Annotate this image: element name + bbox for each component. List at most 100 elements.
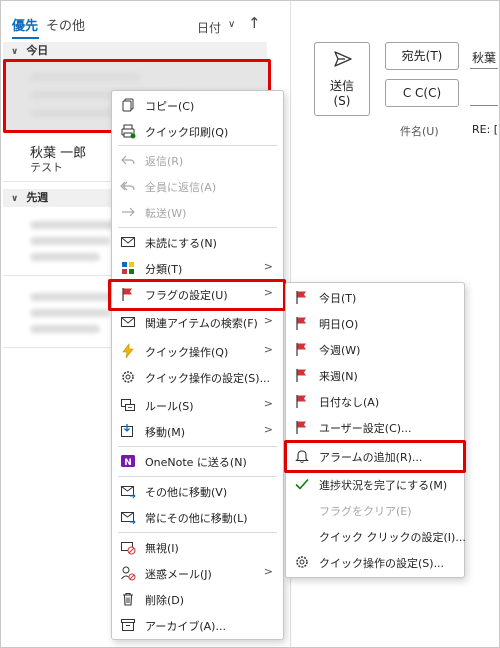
send-button[interactable]: 送信 (S) bbox=[314, 42, 370, 116]
chevron-right-icon: > bbox=[263, 423, 273, 436]
menu-item-label: アーカイブ(A)... bbox=[145, 620, 226, 633]
menu-item-label: 関連アイテムの検索(F) bbox=[145, 317, 258, 330]
categorize-icon bbox=[122, 262, 134, 274]
menu-item-ignore[interactable]: 無視(I) bbox=[112, 534, 283, 560]
menu-item-label: 無視(I) bbox=[145, 542, 179, 555]
menu-item-label: コピー(C) bbox=[145, 100, 195, 113]
flag-submenu-clear-flag[interactable]: フラグをクリア(E) bbox=[286, 497, 464, 523]
rules-icon bbox=[121, 399, 135, 411]
menu-item-delete[interactable]: 削除(D) bbox=[112, 586, 283, 612]
group-label: 先週 bbox=[26, 191, 49, 204]
flag-icon bbox=[296, 395, 306, 408]
menu-item-label: 削除(D) bbox=[145, 594, 185, 607]
menu-item-label: フラグをクリア(E) bbox=[319, 505, 412, 518]
flag-icon bbox=[296, 343, 306, 356]
menu-item-label: 分類(T) bbox=[145, 263, 183, 276]
chevron-right-icon: > bbox=[263, 565, 273, 578]
menu-item-forward[interactable]: 転送(W) bbox=[112, 199, 283, 225]
menu-item-label: 迷惑メール(J) bbox=[145, 568, 212, 581]
mail-unread-icon bbox=[121, 237, 135, 247]
flag-submenu-quick-steps-settings[interactable]: クイック操作の設定(S)... bbox=[286, 549, 464, 575]
flag-submenu-no-date[interactable]: 日付なし(A) bbox=[286, 388, 464, 414]
flag-submenu-custom[interactable]: ユーザー設定(C)... bbox=[286, 414, 464, 440]
menu-item-label: クイック印刷(Q) bbox=[145, 126, 229, 139]
menu-item-reply-all[interactable]: 全員に返信(A) bbox=[112, 173, 283, 199]
menu-item-label: クイック クリックの設定(I)... bbox=[319, 531, 466, 544]
flag-submenu-quick-click-settings[interactable]: クイック クリックの設定(I)... bbox=[286, 523, 466, 549]
menu-item-label: 進捗状況を完了にする(M) bbox=[319, 479, 448, 492]
menu-item-label: 全員に返信(A) bbox=[145, 181, 217, 194]
menu-item-mark-unread[interactable]: 未読にする(N) bbox=[112, 229, 283, 255]
gear-icon bbox=[296, 556, 308, 568]
menu-item-label: ルール(S) bbox=[145, 400, 194, 413]
always-move-to-other-icon bbox=[121, 512, 136, 525]
menu-item-categorize[interactable]: 分類(T) > bbox=[112, 255, 283, 281]
cc-field-underline bbox=[470, 105, 498, 106]
highlight-add-reminder bbox=[284, 440, 466, 473]
menu-item-label: ユーザー設定(C)... bbox=[319, 422, 412, 435]
menu-item-label: クイック操作(Q) bbox=[145, 346, 229, 359]
to-button[interactable]: 宛先(T) bbox=[385, 42, 459, 70]
menu-item-label: 移動(M) bbox=[145, 426, 186, 439]
flag-submenu-this-week[interactable]: 今週(W) bbox=[286, 336, 464, 362]
menu-item-move[interactable]: 移動(M) > bbox=[112, 418, 283, 444]
tab-focused-underline bbox=[12, 37, 39, 39]
chevron-down-icon: ∨ bbox=[11, 194, 19, 204]
message-preview: テスト bbox=[30, 161, 63, 174]
menu-item-copy[interactable]: コピー(C) bbox=[112, 92, 283, 118]
move-to-other-icon bbox=[121, 486, 136, 499]
menu-item-junk[interactable]: 迷惑メール(J) > bbox=[112, 560, 283, 586]
menu-item-label: 今日(T) bbox=[319, 292, 357, 305]
context-menu: コピー(C) クイック印刷(Q) 返信(R) 全員に返信(A) 転送(W) 未読… bbox=[111, 90, 284, 640]
tab-focused[interactable]: 優先 bbox=[12, 15, 38, 34]
related-items-icon bbox=[121, 317, 135, 327]
menu-item-related-search[interactable]: 関連アイテムの検索(F) > bbox=[112, 309, 283, 335]
flag-submenu-mark-complete[interactable]: 進捗状況を完了にする(M) bbox=[286, 471, 464, 497]
menu-separator bbox=[118, 227, 277, 228]
chevron-right-icon: > bbox=[263, 397, 273, 410]
flag-icon bbox=[296, 421, 306, 434]
cc-button[interactable]: C C(C) bbox=[385, 79, 459, 107]
onenote-icon: N bbox=[121, 455, 135, 468]
menu-item-label: その他に移動(V) bbox=[145, 486, 228, 499]
flag-submenu-today[interactable]: 今日(T) bbox=[286, 284, 464, 310]
print-icon bbox=[121, 124, 136, 139]
flag-submenu-next-week[interactable]: 来週(N) bbox=[286, 362, 464, 388]
junk-icon bbox=[121, 566, 136, 581]
group-header-today[interactable]: ∨ 今日 bbox=[3, 42, 267, 60]
menu-item-rules[interactable]: ルール(S) > bbox=[112, 392, 283, 418]
check-icon bbox=[295, 478, 309, 490]
sort-direction-icon[interactable]: ↑ bbox=[248, 14, 261, 32]
menu-item-label: クイック操作の設定(S)... bbox=[145, 372, 271, 385]
menu-item-move-to-other[interactable]: その他に移動(V) bbox=[112, 478, 283, 504]
subject-field[interactable]: RE: [ bbox=[472, 123, 498, 136]
menu-item-label: 常にその他に移動(L) bbox=[145, 512, 248, 525]
menu-separator bbox=[118, 446, 277, 447]
menu-separator bbox=[118, 145, 277, 146]
sort-by-date[interactable]: 日付 bbox=[197, 19, 221, 36]
flag-submenu-tomorrow[interactable]: 明日(O) bbox=[286, 310, 464, 336]
flag-icon bbox=[296, 369, 306, 382]
forward-icon bbox=[122, 207, 135, 217]
chevron-down-icon[interactable]: ∨ bbox=[228, 19, 235, 30]
menu-item-reply[interactable]: 返信(R) bbox=[112, 147, 283, 173]
menu-item-quick-steps-settings[interactable]: クイック操作の設定(S)... bbox=[112, 364, 283, 390]
menu-item-quick-steps[interactable]: クイック操作(Q) > bbox=[112, 338, 283, 364]
menu-separator bbox=[118, 532, 277, 533]
blurred-subject bbox=[30, 237, 110, 245]
archive-icon bbox=[121, 619, 135, 631]
menu-item-send-to-onenote[interactable]: N OneNote に送る(N) bbox=[112, 448, 283, 474]
menu-item-always-move-to-other[interactable]: 常にその他に移動(L) bbox=[112, 504, 283, 530]
to-field[interactable]: 秋葉 bbox=[472, 49, 496, 66]
svg-text:N: N bbox=[124, 458, 132, 468]
send-label: 送信 (S) bbox=[329, 79, 354, 108]
blurred-preview bbox=[30, 325, 100, 333]
menu-item-quick-print[interactable]: クイック印刷(Q) bbox=[112, 118, 283, 144]
reply-icon bbox=[121, 155, 135, 165]
menu-item-archive[interactable]: アーカイブ(A)... bbox=[112, 612, 283, 638]
tab-other[interactable]: その他 bbox=[46, 15, 85, 34]
chevron-right-icon: > bbox=[263, 343, 273, 356]
menu-item-label: 返信(R) bbox=[145, 155, 184, 168]
reply-all-icon bbox=[120, 181, 135, 191]
menu-item-label: OneNote に送る(N) bbox=[145, 456, 247, 469]
